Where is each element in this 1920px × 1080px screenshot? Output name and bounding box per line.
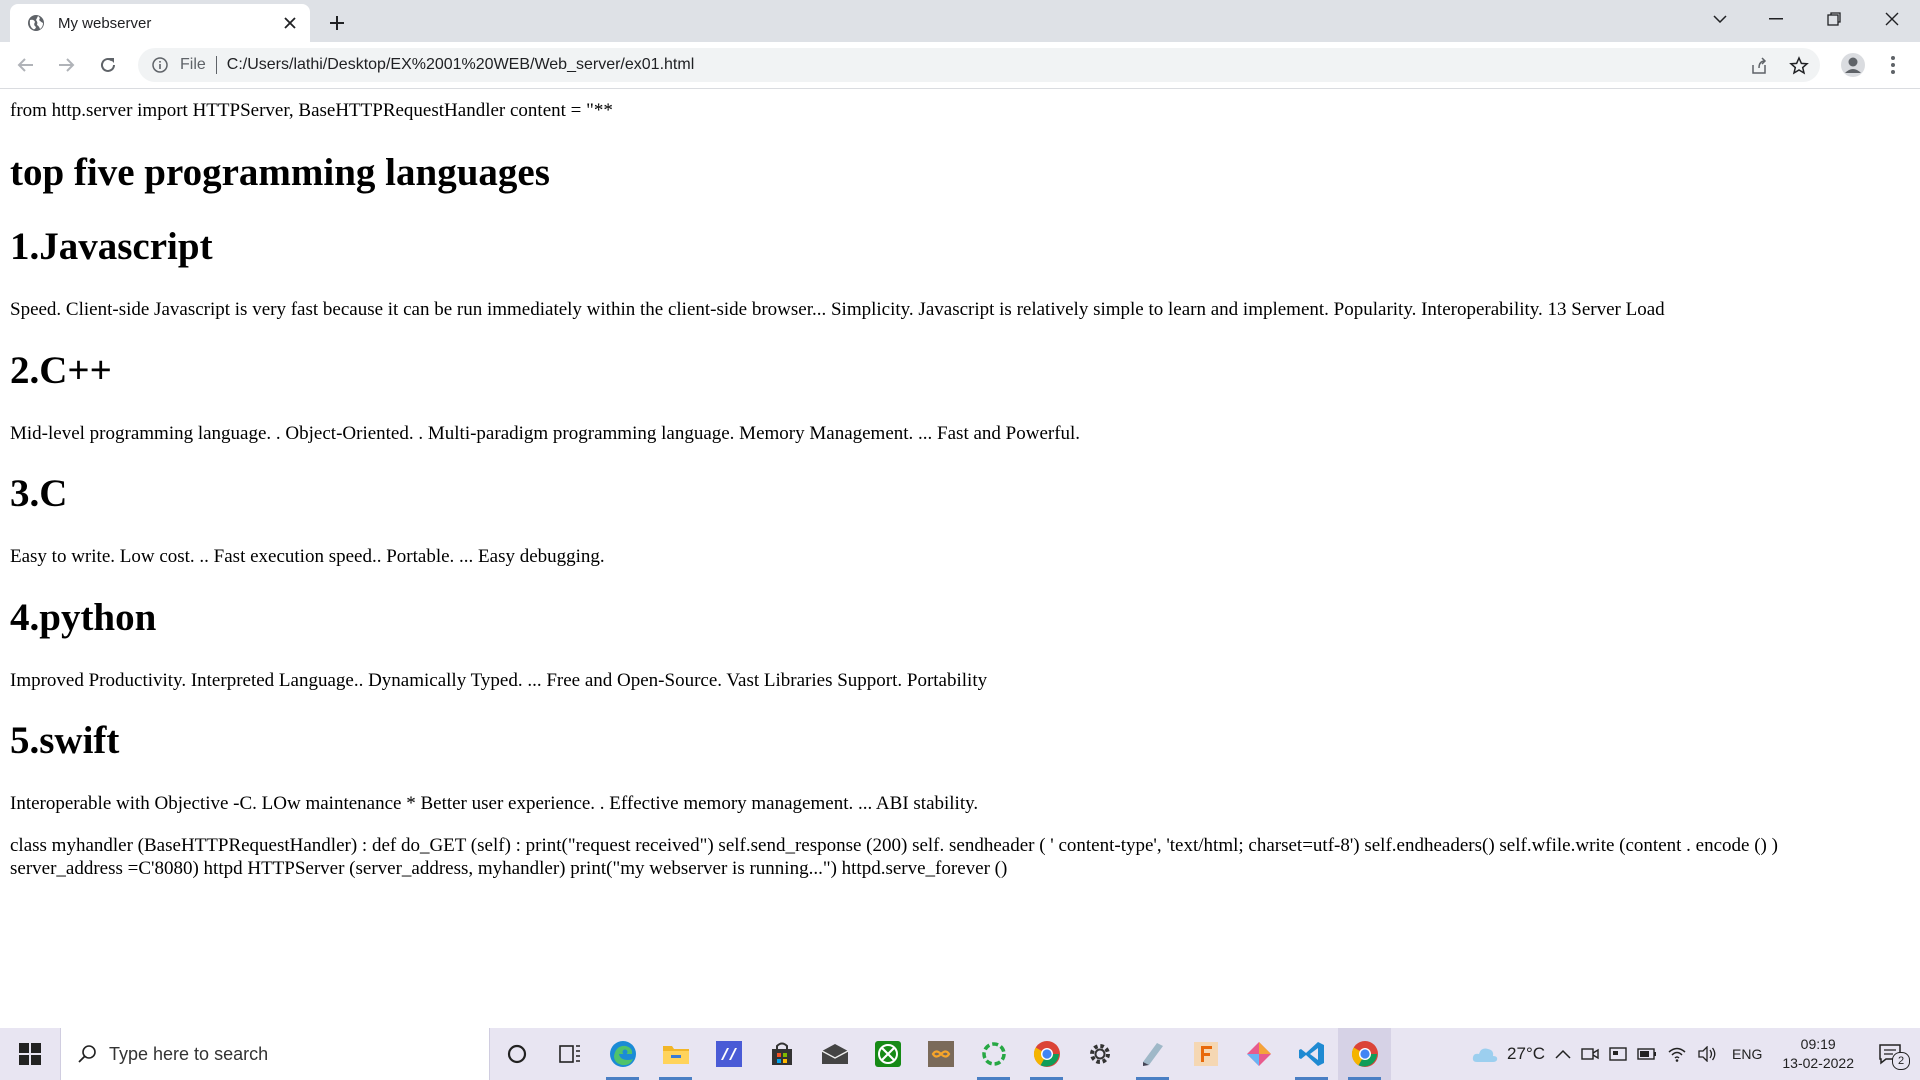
language-title: 2.C++: [10, 349, 112, 392]
tab-title: My webserver: [58, 14, 152, 32]
search-placeholder: Type here to search: [109, 1043, 269, 1064]
weather-cloud-icon: [1471, 1044, 1499, 1064]
language-description: Mid-level programming language. . Object…: [10, 423, 1081, 444]
spinner-app-icon[interactable]: [967, 1028, 1020, 1080]
vscode-icon[interactable]: [1285, 1028, 1338, 1080]
system-tray: 27°C ENG 09:19 13-02-2022 2: [1466, 1028, 1920, 1080]
f-app-icon[interactable]: [1179, 1028, 1232, 1080]
globe-icon: [26, 13, 46, 33]
battery-icon[interactable]: [1632, 1028, 1662, 1080]
cortana-icon[interactable]: [490, 1028, 543, 1080]
edge-icon[interactable]: [596, 1028, 649, 1080]
language-title: 5.swift: [10, 719, 120, 762]
chrome-icon[interactable]: [1020, 1028, 1073, 1080]
profile-avatar-icon[interactable]: [1838, 50, 1868, 80]
info-icon[interactable]: [150, 55, 170, 75]
taskbar: Type here to search 27°C ENG 09:19 13-02…: [0, 1028, 1920, 1080]
clock[interactable]: 09:19 13-02-2022: [1772, 1035, 1864, 1073]
language-description: Speed. Client-side Javascript is very fa…: [10, 299, 1665, 320]
language-description: Interoperable with Objective -C. LOw mai…: [10, 793, 979, 814]
meet-now-icon[interactable]: [1576, 1028, 1604, 1080]
close-window-icon[interactable]: [1864, 0, 1920, 38]
taskbar-search[interactable]: Type here to search: [60, 1028, 490, 1080]
volume-icon[interactable]: [1692, 1028, 1722, 1080]
search-icon: [75, 1042, 99, 1066]
url-separator: [215, 56, 217, 74]
tab-search-icon[interactable]: [1692, 0, 1748, 38]
weather-temperature: 27°C: [1507, 1044, 1546, 1063]
language-title: 1.Javascript: [10, 225, 213, 268]
visual-studio-icon[interactable]: [702, 1028, 755, 1080]
address-bar[interactable]: File C:/Users/lathi/Desktop/EX%2001%20WE…: [138, 48, 1820, 82]
clock-date: 13-02-2022: [1782, 1055, 1854, 1071]
page-heading: top five programming languages: [10, 151, 550, 194]
language-title: 4.python: [10, 596, 157, 639]
back-arrow-icon[interactable]: [10, 49, 42, 81]
minimize-icon[interactable]: [1748, 0, 1804, 38]
restore-icon[interactable]: [1806, 0, 1862, 38]
git-icon[interactable]: [1232, 1028, 1285, 1080]
clock-time: 09:19: [1800, 1036, 1836, 1052]
store-icon[interactable]: [755, 1028, 808, 1080]
chevron-up-icon[interactable]: [1550, 1028, 1576, 1080]
tab-strip: My webserver: [0, 0, 1920, 42]
xbox-icon[interactable]: [861, 1028, 914, 1080]
menu-kebab-icon[interactable]: [1878, 50, 1908, 80]
bookmark-star-icon[interactable]: [1786, 53, 1812, 79]
forward-arrow-icon[interactable]: [50, 49, 82, 81]
notification-center-icon[interactable]: 2: [1864, 1028, 1920, 1080]
windows-start-icon[interactable]: [0, 1028, 60, 1080]
new-tab-icon[interactable]: [322, 8, 352, 38]
language-description: Easy to write. Low cost. .. Fast executi…: [10, 546, 605, 567]
reload-icon[interactable]: [92, 49, 124, 81]
wifi-icon[interactable]: [1662, 1028, 1692, 1080]
mail-icon[interactable]: [808, 1028, 861, 1080]
language-indicator[interactable]: ENG: [1722, 1028, 1772, 1080]
url-scheme: File: [180, 56, 206, 73]
code-text: class myhandler (BaseHTTPRequestHandler)…: [10, 835, 1778, 879]
close-tab-icon[interactable]: [276, 9, 304, 37]
infinity-app-icon[interactable]: [914, 1028, 967, 1080]
settings-icon[interactable]: [1073, 1028, 1126, 1080]
chrome-active-icon[interactable]: [1338, 1028, 1391, 1080]
notification-badge: 2: [1892, 1052, 1910, 1070]
intro-text: from http.server import HTTPServer, Base…: [10, 100, 613, 121]
page-content: from http.server import HTTPServer, Base…: [10, 89, 1910, 1029]
weather-widget[interactable]: 27°C: [1466, 1028, 1550, 1080]
file-explorer-icon[interactable]: [649, 1028, 702, 1080]
browser-toolbar: File C:/Users/lathi/Desktop/EX%2001%20WE…: [0, 42, 1920, 89]
task-view-icon[interactable]: [543, 1028, 596, 1080]
language-description: Improved Productivity. Interpreted Langu…: [10, 670, 988, 691]
notepad-icon[interactable]: [1126, 1028, 1179, 1080]
device-icon[interactable]: [1604, 1028, 1632, 1080]
language-title: 3.C: [10, 472, 68, 515]
share-icon[interactable]: [1746, 53, 1772, 79]
browser-tab[interactable]: My webserver: [10, 4, 310, 42]
url-text[interactable]: C:/Users/lathi/Desktop/EX%2001%20WEB/Web…: [227, 56, 694, 74]
